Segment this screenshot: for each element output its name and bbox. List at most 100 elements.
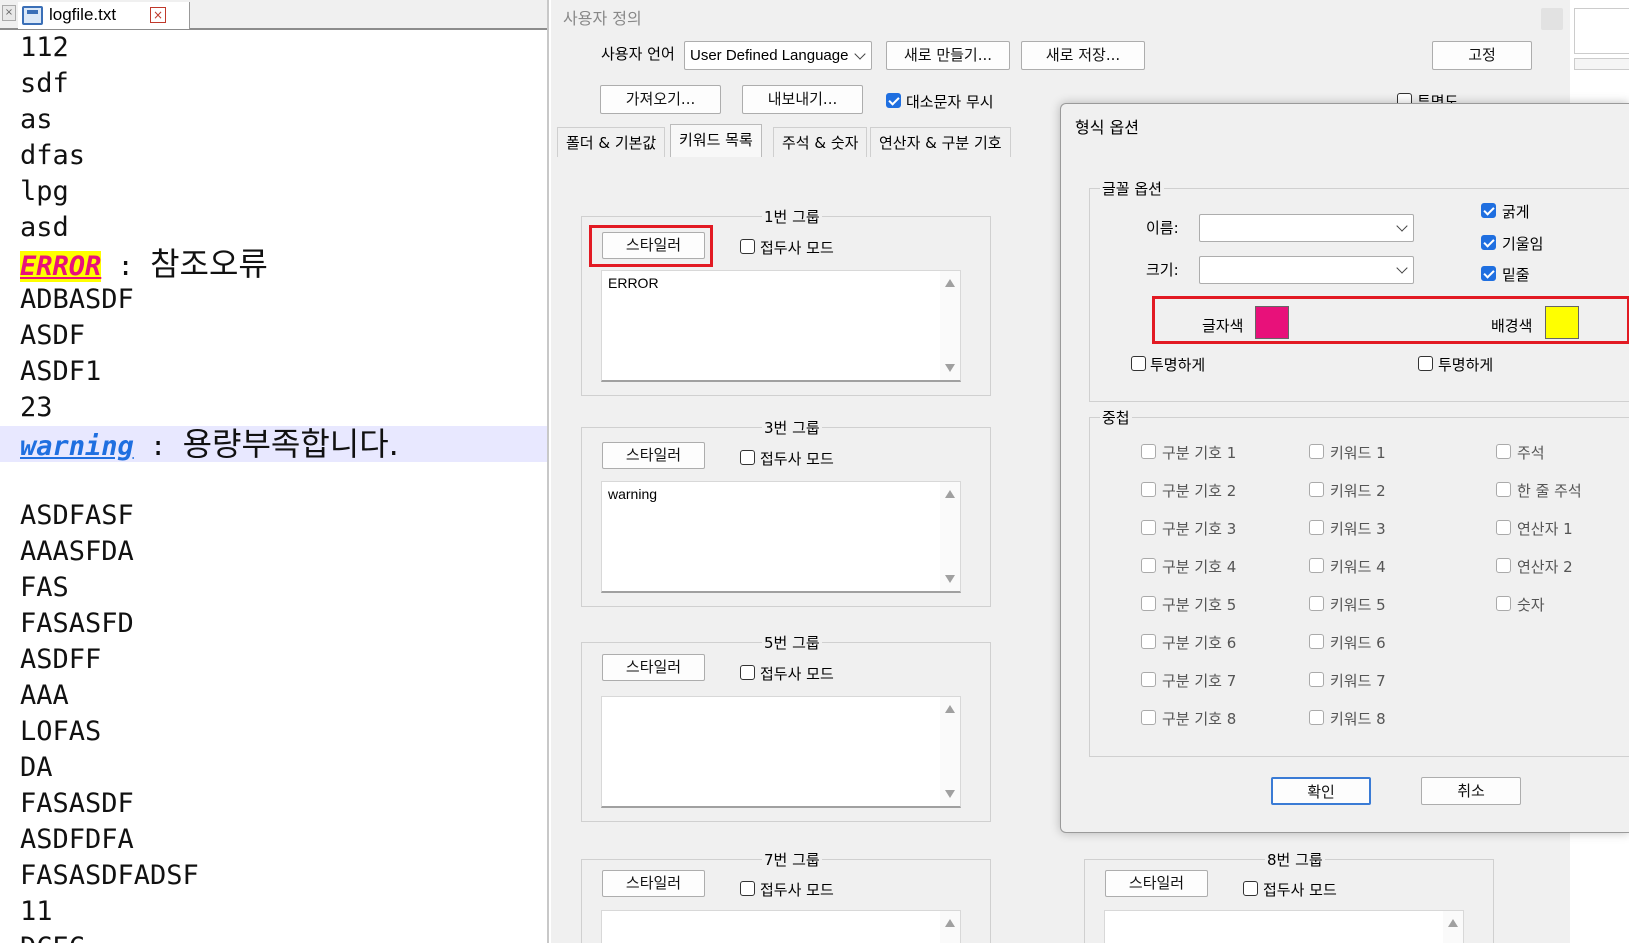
- tab-scroll-icon[interactable]: ×: [2, 5, 16, 21]
- ignore-case-checkbox[interactable]: [886, 93, 901, 108]
- nesting-keyword-checkbox[interactable]: [1309, 710, 1324, 725]
- prefix-mode-label: 접두사 모드: [760, 665, 834, 683]
- warning-separator: :: [133, 431, 183, 462]
- scroll-up-icon[interactable]: [945, 919, 955, 927]
- scroll-down-icon[interactable]: [945, 364, 955, 372]
- keyword-textarea[interactable]: warning: [601, 481, 961, 593]
- scroll-up-icon[interactable]: [1448, 919, 1458, 927]
- nesting-delimiter-checkbox[interactable]: [1141, 520, 1156, 535]
- font-size-select[interactable]: [1199, 256, 1414, 284]
- file-tab[interactable]: logfile.txt ×: [18, 2, 190, 29]
- nesting-delimiter-checkbox[interactable]: [1141, 558, 1156, 573]
- tab-comments-numbers[interactable]: 주석 & 숫자: [773, 127, 868, 157]
- bold-checkbox[interactable]: [1481, 203, 1496, 218]
- bg-transparent-checkbox[interactable]: [1418, 356, 1433, 371]
- scrollbar[interactable]: [940, 271, 960, 380]
- keyword-textarea[interactable]: ERROR: [601, 270, 961, 382]
- dock-button[interactable]: 고정: [1432, 41, 1532, 70]
- nesting-keyword-checkbox[interactable]: [1309, 482, 1324, 497]
- udl-close-icon[interactable]: [1541, 8, 1563, 30]
- nesting-other-checkbox[interactable]: [1496, 520, 1511, 535]
- code-line: FASASFD: [20, 608, 134, 639]
- nesting-other-checkbox[interactable]: [1496, 558, 1511, 573]
- nesting-other-checkbox[interactable]: [1496, 596, 1511, 611]
- nesting-delimiter-checkbox[interactable]: [1141, 634, 1156, 649]
- code-line: ASDF: [20, 320, 86, 351]
- prefix-mode-checkbox[interactable]: [740, 881, 755, 896]
- prefix-mode-label: 접두사 모드: [760, 450, 834, 468]
- nesting-delimiter-checkbox[interactable]: [1141, 482, 1156, 497]
- nesting-keyword-checkbox[interactable]: [1309, 596, 1324, 611]
- nesting-other-label: 한 줄 주석: [1517, 482, 1582, 500]
- italic-checkbox[interactable]: [1481, 235, 1496, 250]
- nesting-other-checkbox[interactable]: [1496, 482, 1511, 497]
- scrollbar[interactable]: [940, 482, 960, 591]
- code-line: dfas: [20, 140, 86, 171]
- ok-button[interactable]: 확인: [1271, 777, 1371, 805]
- nesting-keyword-checkbox[interactable]: [1309, 444, 1324, 459]
- ignore-case-label: 대소문자 무시: [906, 93, 994, 111]
- scroll-up-icon[interactable]: [945, 490, 955, 498]
- nesting-delimiter-checkbox[interactable]: [1141, 672, 1156, 687]
- styler-button[interactable]: 스타일러: [602, 870, 705, 897]
- format-options-dialog: 형식 옵션 글꼴 옵션 이름: 크기: 굵게 기울임 밑줄 글자색 배경색 투명…: [1060, 103, 1629, 833]
- prefix-mode-checkbox[interactable]: [740, 239, 755, 254]
- keyword-textarea[interactable]: [601, 910, 961, 943]
- nesting-keyword-checkbox[interactable]: [1309, 672, 1324, 687]
- font-name-select[interactable]: [1199, 214, 1414, 242]
- font-name-label: 이름:: [1146, 219, 1179, 237]
- nesting-other-checkbox[interactable]: [1496, 444, 1511, 459]
- code-line: FAS: [20, 572, 69, 603]
- tab-keywords[interactable]: 키워드 목록: [670, 124, 762, 157]
- code-area[interactable]: 112 sdf as dfas lpg asd ERROR : 참조오류 ADB…: [0, 30, 547, 943]
- nesting-keyword-checkbox[interactable]: [1309, 558, 1324, 573]
- language-select-value: User Defined Language: [690, 47, 849, 64]
- nesting-delimiter-checkbox[interactable]: [1141, 444, 1156, 459]
- nesting-delimiter-checkbox[interactable]: [1141, 710, 1156, 725]
- underline-checkbox[interactable]: [1481, 266, 1496, 281]
- nesting-other-label: 연산자 2: [1517, 558, 1573, 576]
- save-as-button[interactable]: 새로 저장...: [1021, 41, 1145, 70]
- scroll-down-icon[interactable]: [945, 790, 955, 798]
- close-icon[interactable]: ×: [150, 7, 166, 23]
- styler-button[interactable]: 스타일러: [1105, 870, 1208, 897]
- nesting-delimiter-checkbox[interactable]: [1141, 596, 1156, 611]
- styler-button[interactable]: 스타일러: [602, 442, 705, 469]
- code-line: ASDFDFA: [20, 824, 134, 855]
- prefix-mode-checkbox[interactable]: [740, 450, 755, 465]
- highlight-box-colors: [1152, 296, 1629, 344]
- keyword-group-3: 3번 그룹 스타일러 접두사 모드 warning: [581, 417, 991, 607]
- prefix-mode-checkbox[interactable]: [1243, 881, 1258, 896]
- new-language-button[interactable]: 새로 만들기...: [886, 41, 1010, 70]
- cancel-button[interactable]: 취소: [1421, 777, 1521, 805]
- nesting-keyword-checkbox[interactable]: [1309, 634, 1324, 649]
- group-title: 7번 그룹: [762, 849, 822, 870]
- scrollbar[interactable]: [1443, 911, 1463, 943]
- nesting-keyword-label: 키워드 5: [1330, 596, 1386, 614]
- tab-operators-delimiters[interactable]: 연산자 & 구분 기호: [870, 127, 1011, 157]
- background-panel: [1574, 8, 1629, 54]
- language-select[interactable]: User Defined Language: [684, 41, 872, 70]
- nesting-keyword-checkbox[interactable]: [1309, 520, 1324, 535]
- scrollbar[interactable]: [940, 911, 960, 943]
- tab-folder-default[interactable]: 폴더 & 기본값: [557, 127, 666, 157]
- keyword-textarea[interactable]: [601, 696, 961, 808]
- error-message: 참조오류: [150, 245, 268, 283]
- code-line: FASASDF: [20, 788, 134, 819]
- group-title: 3번 그룹: [762, 417, 822, 438]
- import-button[interactable]: 가져오기...: [600, 85, 721, 114]
- nesting-delimiter-label: 구분 기호 2: [1162, 482, 1237, 500]
- fg-transparent-checkbox[interactable]: [1131, 356, 1146, 371]
- code-line: ASDFASF: [20, 500, 134, 531]
- code-line-warning: warning : 용량부족합니다.: [0, 426, 547, 462]
- styler-button[interactable]: 스타일러: [602, 654, 705, 681]
- keyword-textarea[interactable]: [1104, 910, 1464, 943]
- scrollbar[interactable]: [940, 697, 960, 806]
- scroll-up-icon[interactable]: [945, 279, 955, 287]
- prefix-mode-checkbox[interactable]: [740, 665, 755, 680]
- code-line: 11: [20, 896, 53, 927]
- scroll-up-icon[interactable]: [945, 705, 955, 713]
- scroll-down-icon[interactable]: [945, 575, 955, 583]
- export-button[interactable]: 내보내기...: [742, 85, 863, 114]
